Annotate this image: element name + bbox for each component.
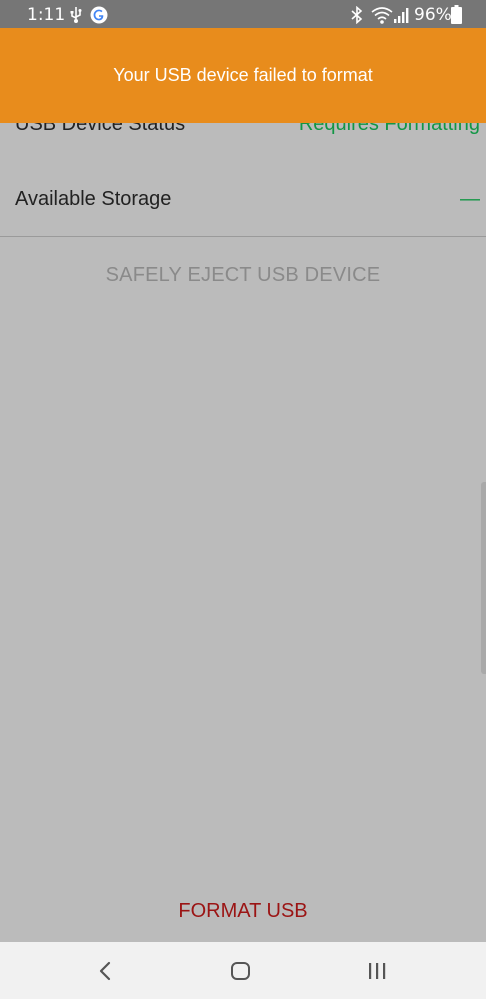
scroll-handle[interactable] — [481, 482, 486, 674]
wifi-icon — [371, 6, 393, 28]
battery-icon — [451, 5, 462, 28]
error-banner-message: Your USB device failed to format — [113, 65, 373, 85]
usb-icon — [69, 6, 83, 28]
available-storage-value: — — [460, 188, 480, 210]
error-banner: Your USB device failed to format — [0, 28, 486, 123]
safely-eject-usb-button[interactable]: SAFELY EJECT USB DEVICE — [0, 264, 486, 296]
format-usb-button[interactable]: FORMAT USB — [0, 900, 486, 930]
battery-percent: 96% — [414, 5, 452, 25]
available-storage-row: Available Storage — — [0, 180, 486, 220]
divider — [0, 236, 486, 237]
status-bar: 1:11 96% — [0, 0, 486, 30]
navigation-bar — [0, 942, 486, 999]
status-time: 1:11 — [27, 5, 66, 25]
bluetooth-icon — [350, 5, 364, 28]
back-icon[interactable] — [90, 957, 120, 985]
recents-icon[interactable] — [362, 957, 392, 985]
home-icon[interactable] — [226, 957, 256, 985]
available-storage-label: Available Storage — [15, 188, 172, 210]
google-icon — [90, 6, 108, 28]
signal-icon — [394, 6, 410, 28]
